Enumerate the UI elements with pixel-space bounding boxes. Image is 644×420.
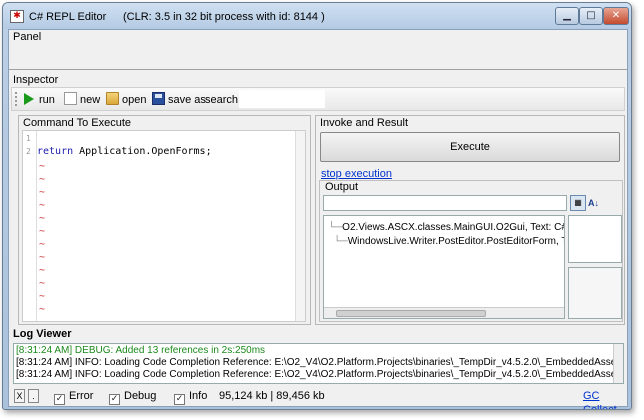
tree-item[interactable]: └─WindowsLive.Writer.PostEditor.PostEdit… (328, 236, 564, 247)
line-gutter: 1 2 (23, 131, 37, 321)
scroll-thumb[interactable] (336, 310, 486, 317)
tree-hscrollbar[interactable] (324, 307, 564, 318)
search-label: search: (205, 94, 242, 106)
search-input[interactable] (239, 90, 325, 108)
check-icon: ✓ (109, 394, 120, 405)
window-subtitle: (CLR: 3.5 in 32 bit process with id: 814… (123, 11, 325, 23)
info-label: Info (189, 390, 208, 402)
check-icon: ✓ (54, 394, 65, 405)
inspector-toolbar: run new open save as search: (11, 87, 625, 111)
window-title: C# REPL Editor (29, 11, 107, 23)
line-number: 1 (26, 134, 31, 143)
check-icon: ✓ (174, 394, 185, 405)
log-line: [8:31:24 AM] INFO: Loading Code Completi… (16, 369, 624, 380)
minimize-button[interactable]: ▁ (555, 7, 579, 25)
tree-item-label: O2.Views.ASCX.classes.MainGUI.O2Gui, Tex… (342, 222, 564, 233)
log-line: [8:31:24 AM] INFO: Loading Code Completi… (16, 357, 624, 368)
execute-button[interactable]: Execute (320, 132, 620, 162)
log-box[interactable]: [8:31:24 AM] DEBUG: Added 13 references … (13, 343, 624, 384)
empty-line-marker: ~ (39, 278, 46, 289)
editor-scrollbar[interactable] (295, 131, 305, 321)
memory-readout: 95,124 kb | 89,456 kb (219, 390, 325, 402)
stop-execution-link[interactable]: stop execution (321, 168, 392, 180)
empty-line-marker: ~ (39, 174, 46, 185)
gc-collect-link[interactable]: GC Collect (583, 389, 627, 409)
empty-line-marker: ~ (39, 187, 46, 198)
invoke-title: Invoke and Result (320, 117, 409, 129)
empty-line-marker: ~ (39, 161, 46, 172)
panel-label: Panel (13, 31, 42, 43)
run-button[interactable]: run (24, 92, 55, 108)
panel-section: Panel (9, 30, 627, 70)
log-viewer-title: Log Viewer (13, 328, 72, 340)
close-button[interactable]: ✕ (603, 7, 629, 25)
empty-line-marker: ~ (39, 213, 46, 224)
folder-icon (106, 92, 119, 105)
output-title: Output (325, 181, 359, 193)
app-icon: ✱ (10, 10, 24, 23)
title-bar[interactable]: ✱ C# REPL Editor (CLR: 3.5 in 32 bit pro… (3, 3, 631, 29)
new-button[interactable]: new (64, 92, 100, 108)
save-icon (152, 92, 165, 105)
info-checkbox[interactable]: ✓ Info (174, 389, 208, 405)
log-option-button[interactable]: . (28, 389, 39, 403)
save-as-button[interactable]: save as (152, 92, 206, 108)
save-label: save as (168, 94, 206, 106)
sort-alpha-icon[interactable]: A↓ (588, 195, 606, 211)
error-checkbox[interactable]: ✓ Error (54, 389, 94, 405)
new-file-icon (64, 92, 77, 105)
run-label: run (39, 94, 55, 106)
maximize-button[interactable]: □ (579, 7, 603, 25)
open-button[interactable]: open (106, 92, 146, 108)
tree-item[interactable]: └─O2.Views.ASCX.classes.MainGUI.O2Gui, T… (328, 222, 564, 233)
debug-checkbox[interactable]: ✓ Debug (109, 389, 157, 405)
description-panel (568, 267, 622, 319)
command-title: Command To Execute (23, 117, 132, 129)
new-label: new (80, 94, 101, 106)
line-number: 2 (26, 147, 31, 156)
play-icon (24, 93, 34, 105)
command-group: Command To Execute 1 2 return Applicatio… (18, 115, 311, 325)
output-tree[interactable]: └─O2.Views.ASCX.classes.MainGUI.O2Gui, T… (323, 215, 565, 319)
empty-line-marker: ~ (39, 200, 46, 211)
debug-label: Debug (124, 390, 157, 402)
log-line: [8:31:24 AM] DEBUG: Added 13 references … (16, 345, 266, 356)
code-line: return Application.OpenForms; (37, 146, 212, 157)
error-label: Error (69, 390, 94, 402)
empty-line-marker: ~ (39, 291, 46, 302)
output-group: Output ▦ A↓ └─O2.Views.ASCX.classes.Main… (319, 180, 623, 322)
toolbar-grip[interactable] (15, 92, 18, 106)
empty-line-marker: ~ (39, 226, 46, 237)
empty-line-marker: ~ (39, 304, 46, 315)
property-panel (568, 215, 622, 263)
empty-line-marker: ~ (39, 252, 46, 263)
open-label: open (122, 94, 147, 106)
output-filter-input[interactable] (323, 195, 567, 211)
client-area: Panel Inspector run new open save as sea… (8, 29, 628, 409)
empty-line-marker: ~ (39, 239, 46, 250)
status-bar: X . ✓ Error ✓ Debug ✓ Info 95,124 kb | 89,4… (9, 386, 627, 409)
invoke-group: Invoke and Result Execute stop execution… (315, 115, 625, 325)
clear-log-button[interactable]: X (14, 389, 25, 403)
inspector-label: Inspector (13, 74, 59, 86)
repl-window: ✱ C# REPL Editor (CLR: 3.5 in 32 bit pro… (2, 2, 632, 410)
code-text: Application.OpenForms; (73, 146, 212, 157)
log-scrollbar[interactable] (613, 344, 623, 383)
empty-line-marker: ~ (39, 265, 46, 276)
code-editor[interactable]: 1 2 return Application.OpenForms; ~ ~ ~ … (22, 130, 306, 322)
code-keyword: return (37, 146, 74, 157)
tree-item-label: WindowsLive.Writer.PostEditor.PostEditor… (347, 236, 564, 247)
categorized-icon[interactable]: ▦ (570, 195, 586, 211)
